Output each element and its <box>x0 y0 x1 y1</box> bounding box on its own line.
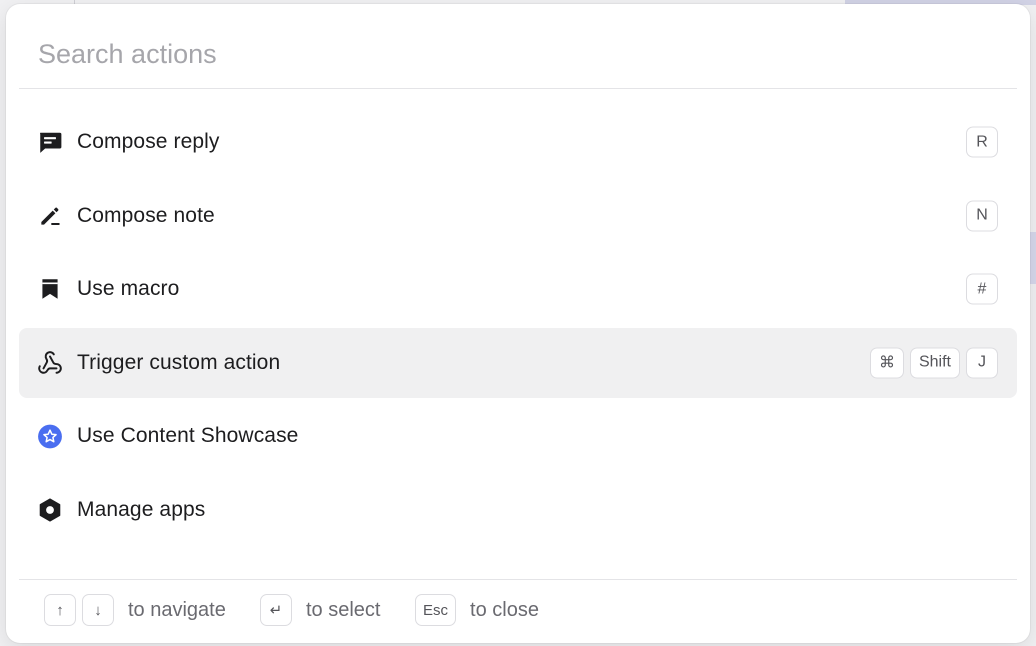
select-text: to select <box>306 598 381 621</box>
shortcut-key: R <box>966 126 998 158</box>
footer-hints: ↑ ↓ to navigate ↵ to select Esc to close <box>19 579 1017 643</box>
enter-key: ↵ <box>260 594 292 626</box>
arrow-up-key: ↑ <box>44 594 76 626</box>
action-label: Manage apps <box>77 497 206 521</box>
shortcut-key: # <box>966 273 998 305</box>
shortcut-group: N <box>966 200 998 231</box>
shortcut-group: # <box>966 273 998 305</box>
action-manage-apps[interactable]: Manage apps <box>19 475 1017 545</box>
search-row <box>19 4 1017 89</box>
action-trigger-custom-action[interactable]: Trigger custom action ⌘ Shift J <box>19 327 1017 398</box>
shortcut-key: N <box>966 200 998 231</box>
action-list: Compose reply R Compose note N Use macro… <box>19 107 1017 548</box>
bookmark-icon <box>37 276 63 302</box>
shortcut-key: J <box>966 347 998 378</box>
action-label: Use Content Showcase <box>77 424 299 447</box>
pen-icon <box>37 203 63 229</box>
close-text: to close <box>470 598 539 621</box>
star-circle-icon <box>37 423 63 449</box>
action-label: Trigger custom action <box>77 350 281 374</box>
shortcut-group: R <box>966 126 998 158</box>
action-compose-reply[interactable]: Compose reply R <box>19 107 1017 177</box>
shortcut-group: ⌘ Shift J <box>869 347 998 378</box>
action-label: Use macro <box>77 277 180 300</box>
search-input[interactable] <box>38 33 938 75</box>
escape-key: Esc <box>415 594 457 626</box>
action-use-macro[interactable]: Use macro # <box>19 254 1017 324</box>
shift-key: Shift <box>909 347 960 378</box>
action-label: Compose note <box>77 203 215 227</box>
close-hint: Esc to close <box>415 594 539 626</box>
message-square-icon <box>37 129 63 155</box>
command-key: ⌘ <box>869 347 904 378</box>
navigate-text: to navigate <box>128 598 226 621</box>
select-hint: ↵ to select <box>260 594 380 626</box>
action-compose-note[interactable]: Compose note N <box>19 181 1017 251</box>
webhook-icon <box>37 350 63 376</box>
command-palette: Compose reply R Compose note N <box>6 4 1030 643</box>
action-label: Compose reply <box>77 130 220 153</box>
background-panel <box>1029 232 1036 284</box>
arrow-down-key: ↓ <box>82 594 114 626</box>
navigate-hint: ↑ ↓ to navigate <box>44 594 226 626</box>
hexagon-icon <box>37 497 63 523</box>
action-use-content-showcase[interactable]: Use Content Showcase <box>19 401 1017 471</box>
